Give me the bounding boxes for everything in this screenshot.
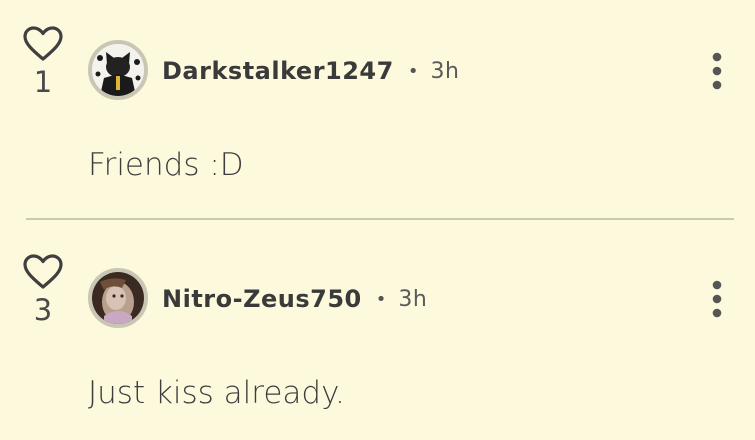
separator-dot: •: [375, 288, 387, 310]
more-vertical-icon: [712, 280, 722, 318]
avatar[interactable]: [88, 40, 148, 100]
heart-icon[interactable]: [23, 26, 63, 62]
like-column: 3: [20, 254, 66, 326]
username[interactable]: Nitro-Zeus750: [162, 285, 362, 313]
more-options-button[interactable]: [705, 278, 729, 320]
separator-dot: •: [407, 60, 419, 82]
timestamp: 3h: [398, 286, 428, 312]
comment-divider: [26, 218, 734, 220]
timestamp: 3h: [430, 58, 460, 84]
like-count: 1: [33, 65, 53, 99]
like-count: 3: [33, 293, 53, 327]
more-vertical-icon: [712, 52, 722, 90]
comment-item: 3 Nitro-Zeus750 • 3h Just kiss already.: [0, 228, 755, 438]
comment-item: 1 Darkstalker1247 • 3h Friends:D: [0, 0, 755, 220]
comment-text: Just kiss already.: [88, 375, 345, 411]
avatar-image: [92, 272, 144, 324]
username[interactable]: Darkstalker1247: [162, 57, 394, 85]
like-column: 1: [20, 26, 66, 98]
comment-text: Friends :D: [88, 147, 244, 183]
comment-list: 1 Darkstalker1247 • 3h Friends:D 3 Nitr…: [0, 0, 755, 440]
comment-meta: Darkstalker1247 • 3h: [162, 55, 459, 87]
avatar-image: [92, 44, 144, 96]
heart-icon[interactable]: [23, 254, 63, 290]
more-options-button[interactable]: [705, 50, 729, 92]
avatar[interactable]: [88, 268, 148, 328]
comment-meta: Nitro-Zeus750 • 3h: [162, 283, 427, 315]
